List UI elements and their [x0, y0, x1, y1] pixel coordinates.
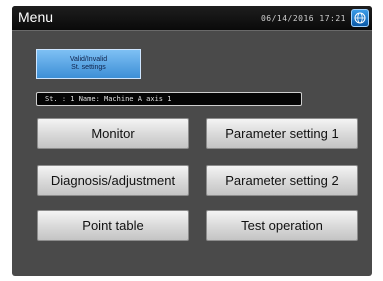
globe-icon[interactable] — [351, 9, 369, 27]
page-title: Menu — [18, 9, 54, 25]
parameter-setting-1-button[interactable]: Parameter setting 1 — [206, 118, 358, 149]
point-table-button[interactable]: Point table — [37, 210, 189, 241]
test-operation-button[interactable]: Test operation — [206, 210, 358, 241]
diagnosis-adjustment-button[interactable]: Diagnosis/adjustment — [37, 165, 189, 196]
station-info-bar: St. : 1 Name: Machine A axis 1 — [36, 92, 302, 106]
monitor-button[interactable]: Monitor — [37, 118, 189, 149]
hmi-screen: Menu 06/14/2016 17:21 Valid/Invalid St. … — [12, 6, 372, 276]
station-settings-label: St. settings — [71, 64, 106, 71]
title-bar: Menu 06/14/2016 17:21 — [12, 6, 372, 31]
parameter-setting-2-button[interactable]: Parameter setting 2 — [206, 165, 358, 196]
valid-invalid-station-settings-button[interactable]: Valid/Invalid St. settings — [36, 49, 141, 79]
datetime-display: 06/14/2016 17:21 — [260, 14, 346, 23]
valid-invalid-label: Valid/Invalid — [69, 56, 108, 63]
